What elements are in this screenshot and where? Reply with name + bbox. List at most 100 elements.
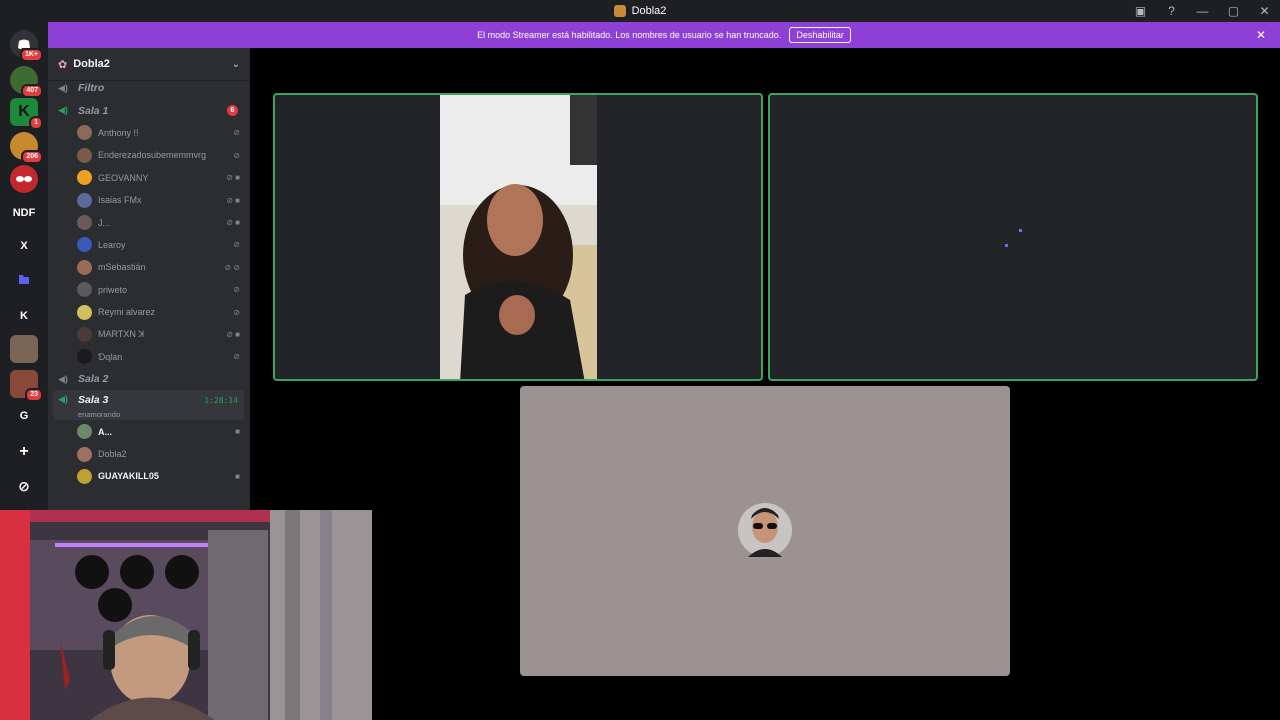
avatar <box>77 170 92 186</box>
voice-user[interactable]: Anthony !! ⊘ <box>48 122 250 144</box>
voice-user[interactable]: GEOVANNY ⊘ ■ <box>48 167 250 189</box>
avatar <box>77 349 92 365</box>
help-icon[interactable]: ? <box>1156 4 1187 18</box>
username: Ɗɋlan <box>98 351 123 362</box>
channel-sala-2[interactable]: ◀) Sala 2 <box>48 368 250 390</box>
status-icons: ⊘ <box>233 307 240 317</box>
avatar <box>77 326 92 342</box>
voice-user[interactable]: Enderezadosubememmvrg ⊘ <box>48 144 250 166</box>
banner-close-icon[interactable]: ✕ <box>1256 28 1266 42</box>
guild-x[interactable]: X <box>10 232 38 260</box>
status-icons: ⊘ ⊘ <box>224 262 240 272</box>
status-icons: ■ <box>235 427 240 437</box>
channel-sidebar: ✿ Dobla2 ⌄ ◀) Filtro ◀) Sala 1 6 Anthony… <box>48 48 250 510</box>
video-tile-3[interactable] <box>520 386 1010 676</box>
server-flower-icon: ✿ <box>58 58 68 71</box>
channel-status: enamorando <box>78 410 121 420</box>
avatar <box>77 259 92 275</box>
guild-g[interactable]: G <box>10 402 38 430</box>
channel-filtro[interactable]: ◀) Filtro <box>48 77 250 99</box>
speaker-icon: ◀) <box>58 105 68 116</box>
guild-icon-9[interactable] <box>10 335 38 363</box>
channel-name: Sala 1 <box>78 104 109 117</box>
username: mSebastián <box>98 262 146 273</box>
avatar <box>77 424 92 440</box>
voice-user[interactable]: priweto ⊘ <box>48 279 250 301</box>
status-icons: ⊘ ■ <box>226 218 240 228</box>
voice-user[interactable]: MARTXN ꓘ ⊘ ■ <box>48 323 250 345</box>
username: Anthony !! <box>98 127 139 138</box>
speaker-icon: ◀) <box>58 394 68 405</box>
voice-user[interactable]: Reymi alvarez ⊘ <box>48 301 250 323</box>
guild-icon-10[interactable]: 23 <box>10 370 43 402</box>
avatar <box>77 125 92 141</box>
avatar <box>77 468 92 484</box>
user-avatar <box>738 503 792 557</box>
speaker-icon: ◀) <box>58 82 68 93</box>
guild-icon-4[interactable] <box>10 165 38 193</box>
video-feed-woman <box>440 95 597 379</box>
video-tile-1[interactable] <box>273 93 763 381</box>
guild-icon-2[interactable]: K1 <box>10 98 43 130</box>
server-name: Dobla2 <box>73 58 110 70</box>
user-count-badge: 6 <box>227 105 238 117</box>
status-icons: ⊘ ■ <box>226 173 240 183</box>
guild-k[interactable]: K <box>10 302 38 330</box>
username: Dobla2 <box>98 449 127 460</box>
guild-ndf[interactable]: NDF <box>10 199 38 227</box>
minimize-button[interactable]: — <box>1187 4 1218 18</box>
voice-user[interactable]: A... ■ <box>48 420 250 442</box>
webcam-feed <box>0 510 372 720</box>
voice-user[interactable]: Isaias FMx ⊘ ■ <box>48 189 250 211</box>
status-icons: ⊘ <box>233 352 240 362</box>
explore-icon[interactable]: ⊘ <box>10 472 38 500</box>
close-window-button[interactable]: ✕ <box>1249 4 1280 18</box>
add-server-icon[interactable]: + <box>10 438 38 466</box>
username: Learoy <box>98 239 126 250</box>
username: Reymi alvarez <box>98 307 156 318</box>
speaker-icon: ◀) <box>58 373 68 384</box>
loading-dot <box>1005 244 1008 247</box>
streamer-mode-banner: El modo Streamer está habilitado. Los no… <box>48 22 1280 48</box>
status-icons: ⊘ ■ <box>226 329 240 339</box>
username: Isaias FMx <box>98 195 142 206</box>
username: J... <box>98 217 111 228</box>
voice-user[interactable]: GUAYAKILL05 ■ <box>48 465 250 487</box>
sala-3-user-list: A... ■ Dobla2 GUAYAKILL05 ■ <box>48 420 250 487</box>
avatar <box>77 147 92 163</box>
video-tile-2[interactable] <box>768 93 1258 381</box>
status-icons: ⊘ <box>233 285 240 295</box>
avatar <box>77 282 92 298</box>
status-icons: ■ <box>235 471 240 481</box>
avatar <box>77 237 92 253</box>
channel-name: Sala 2 <box>78 373 109 386</box>
channel-name: Filtro <box>78 82 105 95</box>
maximize-button[interactable]: ▢ <box>1218 4 1249 18</box>
folder-icon[interactable] <box>10 265 38 293</box>
guild-icon-1[interactable]: 407 <box>10 66 43 98</box>
channel-sala-1[interactable]: ◀) Sala 1 6 <box>48 99 250 121</box>
voice-user[interactable]: Learoy ⊘ <box>48 234 250 256</box>
voice-user[interactable]: mSebastián ⊘ ⊘ <box>48 256 250 278</box>
status-icons: ⊘ <box>233 240 240 250</box>
app-icon <box>613 5 626 17</box>
window-titlebar: Dobla2 ▣ ? — ▢ ✕ <box>0 0 1280 22</box>
voice-user[interactable]: Ɗɋlan ⊘ <box>48 346 250 368</box>
status-icons: ⊘ <box>233 128 240 138</box>
avatar <box>77 446 92 462</box>
inbox-icon[interactable]: ▣ <box>1125 4 1156 18</box>
username: GUAYAKILL05 <box>98 471 159 482</box>
voice-user[interactable]: Dobla2 <box>48 443 250 465</box>
voice-user[interactable]: J... ⊘ ■ <box>48 211 250 233</box>
channel-name: Sala 3 <box>78 394 109 407</box>
status-icons: ⊘ <box>233 150 240 160</box>
channel-sala-3[interactable]: ◀) Sala 3 1:28:14 enamorando <box>53 390 244 421</box>
status-icons: ⊘ ■ <box>226 195 240 205</box>
guild-icon-3[interactable]: 206 <box>10 132 43 164</box>
sala-1-user-list: Anthony !! ⊘ Enderezadosubememmvrg ⊘ GEOVANN… <box>48 122 250 368</box>
disable-streamer-mode-button[interactable]: Deshabilitar <box>789 27 851 43</box>
username: A... <box>98 426 113 437</box>
discord-home-icon[interactable]: 1K+ <box>10 30 43 62</box>
call-timer: 1:28:14 <box>204 396 238 406</box>
chevron-down-icon[interactable]: ⌄ <box>232 59 240 70</box>
